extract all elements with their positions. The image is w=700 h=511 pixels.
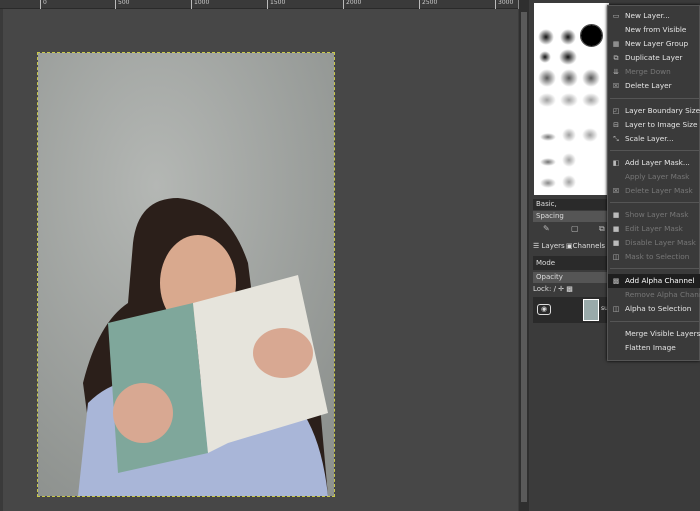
layer-group-icon: ▦ — [612, 40, 620, 48]
canvas-area[interactable]: 0 500 1000 1500 2000 2500 3000 — [0, 0, 518, 511]
menu-item-label: Layer to Image Size — [625, 120, 698, 129]
menu-item-label: Merge Visible Layers... — [625, 329, 700, 338]
menu-item-label: Delete Layer — [625, 81, 672, 90]
menu-item-label: New from Visible — [625, 25, 687, 34]
ruler-label: 3000 — [495, 0, 513, 9]
ruler-label: 1000 — [191, 0, 209, 9]
menu-item-merge-visible-layers[interactable]: Merge Visible Layers... — [608, 327, 700, 341]
menu-item-new-layer[interactable]: ▭ New Layer... — [608, 9, 700, 23]
delete-icon: ☒ — [612, 82, 620, 90]
merge-down-icon: ⇊ — [613, 68, 619, 76]
menu-item-add-alpha-channel[interactable]: ▩ Add Alpha Channel — [608, 274, 700, 288]
lock-position-icon[interactable]: ✛ — [558, 285, 564, 293]
menu-separator — [610, 268, 699, 269]
tab-channels-label: Channels — [572, 242, 606, 250]
lock-alpha-icon[interactable]: ▩ — [566, 285, 573, 293]
alpha-icon: ▩ — [612, 277, 620, 285]
scale-icon: ⤡ — [613, 135, 619, 143]
menu-item-layer-to-image-size[interactable]: ⊟ Layer to Image Size — [608, 118, 700, 132]
tab-layers[interactable]: ☰ Layers — [533, 240, 565, 253]
mode-select[interactable]: Mode — [533, 256, 609, 270]
menu-item-label: Delete Layer Mask — [625, 186, 693, 195]
menu-item-label: Scale Layer... — [625, 134, 674, 143]
boundary-icon: ◰ — [612, 107, 620, 115]
ruler-label: 2500 — [419, 0, 437, 9]
opacity-slider[interactable]: Opacity — [533, 272, 609, 283]
menu-item-delete-layer[interactable]: ☒ Delete Layer — [608, 79, 700, 93]
vertical-scrollbar[interactable] — [519, 0, 529, 511]
menu-item-label: Edit Layer Mask — [625, 224, 683, 233]
menu-item-label: Show Layer Mask — [625, 210, 689, 219]
alpha-selection-icon: ◫ — [612, 305, 620, 313]
menu-item-new-from-visible[interactable]: New from Visible — [608, 23, 700, 37]
menu-item-delete-layer-mask[interactable]: ☒ Delete Layer Mask — [608, 184, 700, 198]
scrollbar-thumb[interactable] — [521, 12, 527, 502]
image-canvas[interactable] — [37, 52, 335, 497]
lock-label: Lock: — [533, 285, 552, 293]
ruler-label: 1500 — [267, 0, 285, 9]
delete-icon: ☒ — [612, 187, 620, 195]
brush-grid[interactable] — [534, 3, 609, 195]
selected-brush[interactable] — [580, 24, 603, 47]
visibility-eye-icon[interactable]: ◉ — [537, 304, 551, 315]
edit-brush-icon[interactable]: ✎ — [543, 224, 550, 233]
menu-item-disable-layer-mask[interactable]: ■ Disable Layer Mask — [608, 236, 700, 250]
menu-item-label: Disable Layer Mask — [625, 238, 696, 247]
menu-separator — [610, 150, 699, 151]
menu-item-flatten-image[interactable]: Flatten Image — [608, 341, 700, 355]
menu-item-layer-boundary-size[interactable]: ◰ Layer Boundary Size... — [608, 104, 700, 118]
new-layer-icon: ▭ — [612, 12, 620, 20]
layer-thumbnail — [583, 299, 599, 321]
checkbox-icon: ■ — [612, 239, 620, 247]
duplicate-icon: ⧉ — [613, 54, 619, 62]
menu-item-label: Apply Layer Mask — [625, 172, 690, 181]
spacing-slider[interactable]: Spacing — [533, 211, 609, 222]
tab-layers-label: Layers — [541, 242, 565, 250]
menu-item-label: Add Alpha Channel — [625, 276, 695, 285]
menu-item-label: Merge Down — [625, 67, 671, 76]
menu-separator — [610, 321, 699, 322]
menu-item-label: Remove Alpha Channel — [625, 290, 700, 299]
brush-preset-field[interactable]: Basic, — [533, 199, 609, 210]
layer-context-menu: ▭ New Layer... New from Visible ▦ New Layer … — [607, 5, 700, 361]
lock-pixels-icon[interactable]: / — [554, 285, 556, 293]
menu-item-label: New Layer... — [625, 11, 670, 20]
ruler-label: 500 — [115, 0, 129, 9]
menu-item-add-layer-mask[interactable]: ◧ Add Layer Mask... — [608, 156, 700, 170]
menu-item-label: Mask to Selection — [625, 252, 690, 261]
duplicate-brush-icon[interactable]: ⧉ — [599, 224, 605, 234]
checkbox-icon: ■ — [612, 225, 620, 233]
menu-item-duplicate-layer[interactable]: ⧉ Duplicate Layer — [608, 51, 700, 65]
menu-item-remove-alpha-channel[interactable]: Remove Alpha Channel — [608, 288, 700, 302]
menu-item-label: Flatten Image — [625, 343, 676, 352]
menu-item-merge-down[interactable]: ⇊ Merge Down — [608, 65, 700, 79]
photo-woman-with-book — [38, 53, 334, 496]
menu-item-scale-layer[interactable]: ⤡ Scale Layer... — [608, 132, 700, 146]
menu-separator — [610, 202, 699, 203]
mask-selection-icon: ◫ — [612, 253, 620, 261]
menu-item-label: Layer Boundary Size... — [625, 106, 700, 115]
menu-separator — [610, 98, 699, 99]
menu-item-show-layer-mask[interactable]: ■ Show Layer Mask — [608, 208, 700, 222]
new-brush-icon[interactable]: ▢ — [571, 224, 579, 233]
to-image-size-icon: ⊟ — [613, 121, 619, 129]
menu-item-mask-to-selection[interactable]: ◫ Mask to Selection — [608, 250, 700, 264]
menu-item-label: Duplicate Layer — [625, 53, 683, 62]
layer-row[interactable]: ◉ su — [533, 297, 609, 323]
menu-item-apply-layer-mask[interactable]: Apply Layer Mask — [608, 170, 700, 184]
horizontal-ruler: 0 500 1000 1500 2000 2500 3000 — [0, 0, 518, 9]
menu-item-label: Add Layer Mask... — [625, 158, 690, 167]
menu-item-label: New Layer Group — [625, 39, 689, 48]
menu-item-alpha-to-selection[interactable]: ◫ Alpha to Selection — [608, 302, 700, 316]
tab-channels[interactable]: ▣Channels — [566, 240, 605, 253]
vertical-ruler — [0, 9, 3, 511]
menu-item-label: Alpha to Selection — [625, 304, 692, 313]
menu-item-new-layer-group[interactable]: ▦ New Layer Group — [608, 37, 700, 51]
checkbox-icon: ■ — [612, 211, 620, 219]
menu-item-edit-layer-mask[interactable]: ■ Edit Layer Mask — [608, 222, 700, 236]
ruler-label: 0 — [40, 0, 47, 9]
add-mask-icon: ◧ — [612, 159, 620, 167]
ruler-label: 2000 — [343, 0, 361, 9]
